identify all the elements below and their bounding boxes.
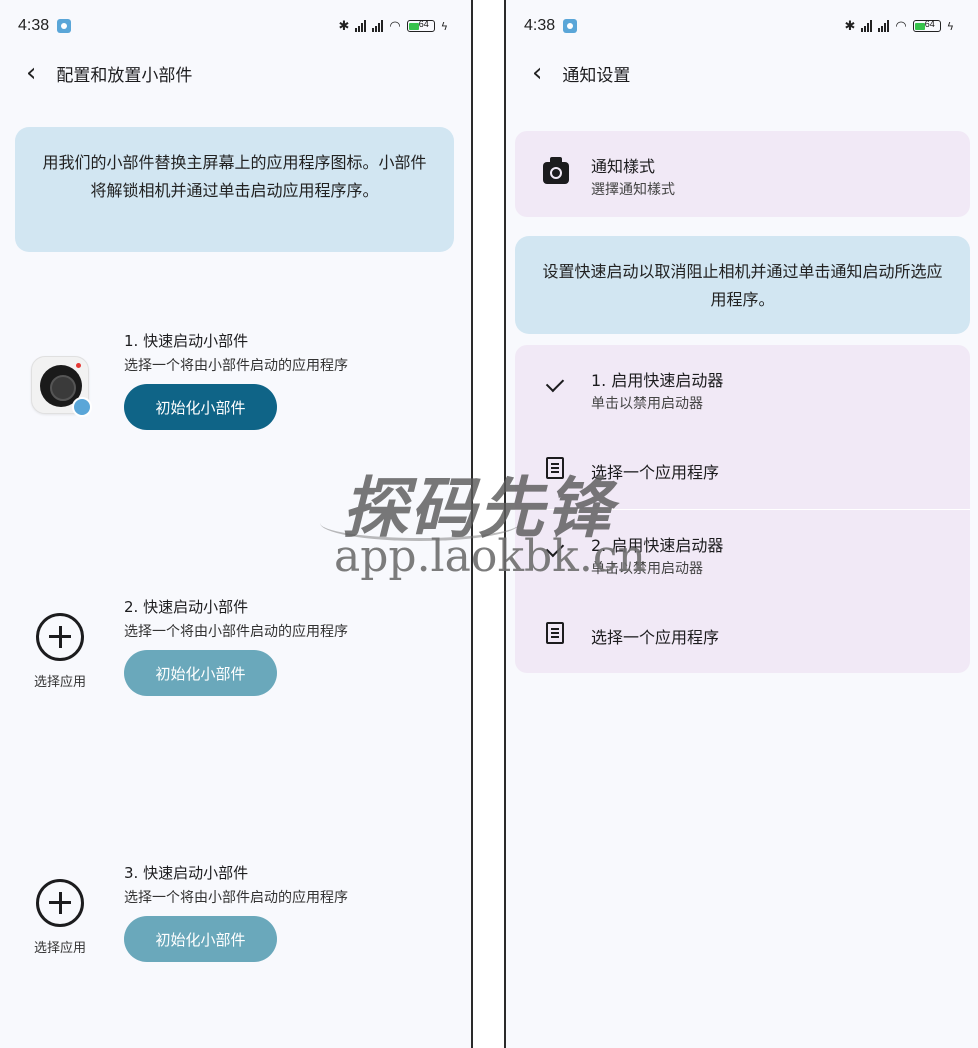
battery-level: 64 — [418, 19, 429, 29]
bluetooth-icon: ✱ — [844, 18, 856, 34]
init-widget-button[interactable]: 初始化小部件 — [124, 916, 277, 962]
charging-icon: ϟ — [946, 19, 954, 33]
back-arrow-icon[interactable]: ‹ — [532, 60, 542, 86]
camera-icon — [543, 157, 569, 184]
wifi-icon: ◠ — [389, 18, 401, 34]
page-title: 配置和放置小部件 — [56, 65, 193, 86]
widget-app-slot[interactable] — [20, 330, 100, 440]
widget-subtitle: 选择一个将由小部件启动的应用程序 — [124, 890, 348, 906]
select-app-title: 选择一个应用程序 — [591, 628, 720, 647]
widget-subtitle: 选择一个将由小部件启动的应用程序 — [124, 624, 348, 640]
signal-icon — [355, 20, 367, 32]
document-icon — [546, 457, 564, 479]
document-icon — [546, 622, 564, 644]
battery-icon: 64 — [912, 19, 941, 32]
info-banner: 设置快速启动以取消阻止相机并通过单击通知启动所选应用程序。 — [515, 236, 970, 334]
signal-icon-2 — [372, 20, 384, 32]
widget-row-2: 选择应用 2. 快速启动小部件 选择一个将由小部件启动的应用程序 初始化小部件 — [0, 596, 472, 706]
select-app-button[interactable]: 选择应用 — [20, 862, 100, 972]
select-app-label: 选择应用 — [33, 940, 86, 956]
back-arrow-icon[interactable]: ‹ — [26, 60, 36, 86]
signal-icon-2 — [878, 20, 890, 32]
notification-style-title: 通知樣式 — [591, 157, 656, 176]
app-notification-icon — [563, 19, 578, 33]
battery-icon: 64 — [406, 19, 435, 32]
screen-gap — [473, 0, 504, 1048]
notification-style-item[interactable]: 通知樣式 選擇通知樣式 — [515, 131, 970, 217]
select-app-item-2[interactable]: 选择一个应用程序 — [515, 592, 970, 673]
notification-style-subtitle: 選擇通知樣式 — [591, 182, 675, 198]
app-header: ‹ 通知设置 — [532, 60, 630, 86]
select-app-title: 选择一个应用程序 — [591, 463, 720, 482]
launcher-toggle-title: 2. 启用快速启动器 — [591, 536, 724, 555]
select-app-item-1[interactable]: 选择一个应用程序 — [515, 427, 970, 509]
status-time: 4:38 — [18, 17, 50, 34]
bluetooth-icon: ✱ — [338, 18, 350, 34]
battery-level: 64 — [924, 19, 935, 29]
wifi-icon: ◠ — [895, 18, 907, 34]
status-time: 4:38 — [524, 17, 556, 34]
app-header: ‹ 配置和放置小部件 — [26, 60, 192, 86]
add-circle-icon — [36, 612, 84, 661]
app-notification-icon — [57, 19, 72, 33]
widget-subtitle: 选择一个将由小部件启动的应用程序 — [124, 358, 348, 374]
right-screen: 4:38 ✱ ◠ 64 ϟ ‹ 通知设置 通知樣式 選擇通知樣式 设置快速启动以… — [506, 0, 978, 1048]
launcher-toggle-subtitle: 单击以禁用启动器 — [591, 396, 703, 412]
widget-row-3: 选择应用 3. 快速启动小部件 选择一个将由小部件启动的应用程序 初始化小部件 — [0, 862, 472, 972]
add-circle-icon — [36, 878, 84, 927]
check-icon — [543, 375, 567, 399]
status-bar: 4:38 ✱ ◠ 64 ϟ — [524, 14, 954, 38]
info-banner: 用我们的小部件替换主屏幕上的应用程序图标。小部件将解锁相机并通过单击启动应用程序… — [15, 127, 454, 252]
select-app-label: 选择应用 — [33, 674, 86, 690]
camera-app-icon — [31, 356, 92, 417]
charging-icon: ϟ — [440, 19, 448, 33]
launcher-toggle-2[interactable]: 2. 启用快速启动器 单击以禁用启动器 — [515, 510, 970, 592]
status-bar: 4:38 ✱ ◠ 64 ϟ — [18, 14, 448, 38]
launcher-toggle-1[interactable]: 1. 启用快速启动器 单击以禁用启动器 — [515, 345, 970, 427]
widget-title: 3. 快速启动小部件 — [124, 864, 249, 882]
widget-row-1: 1. 快速启动小部件 选择一个将由小部件启动的应用程序 初始化小部件 — [0, 330, 472, 440]
left-screen: 4:38 ✱ ◠ 64 ϟ ‹ 配置和放置小部件 用我们的小部件替换主屏幕上的应… — [0, 0, 472, 1048]
init-widget-button[interactable]: 初始化小部件 — [124, 650, 277, 696]
launcher-toggle-subtitle: 单击以禁用启动器 — [591, 561, 703, 577]
signal-icon — [861, 20, 873, 32]
widget-title: 1. 快速启动小部件 — [124, 332, 249, 350]
launcher-settings-card: 1. 启用快速启动器 单击以禁用启动器 选择一个应用程序 2. 启用快速启动器 … — [515, 345, 970, 673]
divider — [471, 0, 473, 1048]
select-app-button[interactable]: 选择应用 — [20, 596, 100, 706]
widget-title: 2. 快速启动小部件 — [124, 598, 249, 616]
init-widget-button[interactable]: 初始化小部件 — [124, 384, 277, 430]
launcher-toggle-title: 1. 启用快速启动器 — [591, 371, 724, 390]
page-title: 通知设置 — [562, 65, 631, 86]
check-icon — [543, 540, 567, 564]
